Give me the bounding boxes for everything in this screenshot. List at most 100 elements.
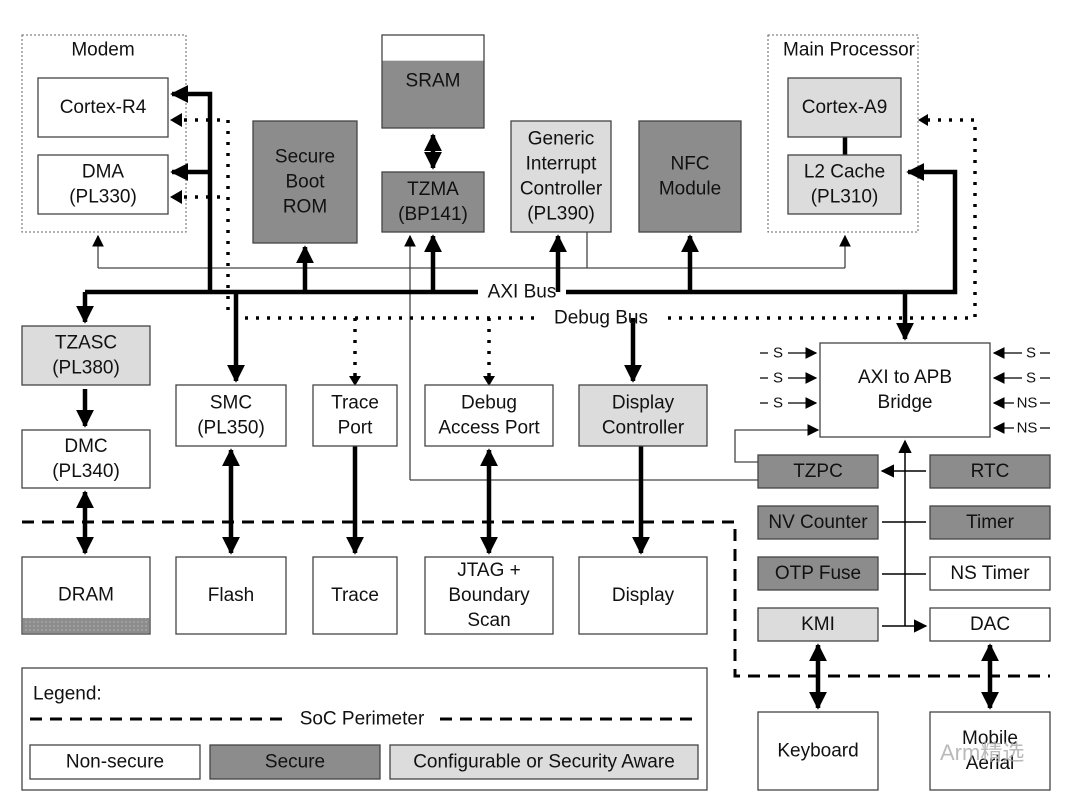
debug-bus-label: Debug Bus (554, 308, 648, 329)
block-label: L2 Cache (804, 162, 885, 183)
block-otp-fuse: OTP Fuse (757, 556, 879, 591)
block-smc: SMC (PL350) (175, 384, 287, 447)
watermark: Arm精选 (940, 740, 1024, 765)
block-tzasc: TZASC (PL380) (21, 325, 151, 386)
block-label: Generic (528, 129, 595, 150)
block-l2-cache: L2 Cache (PL310) (787, 154, 902, 215)
block-label: Scan (467, 610, 510, 631)
block-label: (BP141) (398, 204, 468, 225)
block-nv-counter: NV Counter (757, 505, 879, 540)
block-keyboard: Keyboard (757, 711, 879, 791)
block-cortex-r4: Cortex-R4 (37, 77, 169, 138)
block-label: (PL330) (69, 187, 137, 208)
dram-secure-region (22, 618, 150, 634)
block-label: NS Timer (950, 563, 1030, 584)
block-dac: DAC (929, 607, 1051, 642)
modem-label: Modem (71, 40, 134, 61)
block-dmc: DMC (PL340) (21, 429, 151, 489)
block-label: Trace (331, 585, 379, 606)
block-tzpc: TZPC (757, 454, 879, 489)
block-label: OTP Fuse (775, 563, 861, 584)
block-dram: DRAM (21, 556, 151, 635)
block-label: AXI to APB (858, 367, 952, 388)
block-nfc: NFC Module (638, 120, 742, 233)
block-label: (PL350) (197, 418, 265, 439)
block-label: (PL380) (52, 358, 120, 379)
legend: Legend: SoC Perimeter Non-secure Secure … (21, 667, 708, 791)
block-label: (PL390) (527, 204, 595, 225)
bridge-input-label: NS (1017, 420, 1038, 437)
block-gic: Generic Interrupt Controller (PL390) (510, 120, 612, 233)
axi-bus-label: AXI Bus (488, 282, 557, 303)
block-jtag: JTAG + Boundary Scan (424, 556, 554, 635)
block-label: Cortex-A9 (802, 97, 888, 118)
block-label: Boundary (448, 585, 530, 606)
block-label: Display (612, 393, 675, 414)
block-label: NV Counter (768, 512, 868, 533)
block-trace-port: Trace Port (312, 384, 398, 447)
block-dma: DMA (PL330) (37, 154, 169, 215)
block-ns-timer: NS Timer (929, 556, 1051, 591)
block-label: Timer (966, 512, 1015, 533)
block-label: Access Port (438, 418, 540, 439)
block-label: Keyboard (777, 741, 858, 762)
block-sram: SRAM (381, 34, 485, 129)
block-label: DAC (970, 614, 1010, 635)
block-label: Display (612, 585, 675, 606)
bridge-input-label: S (773, 345, 783, 362)
block-display: Display (578, 556, 708, 635)
block-rect (819, 342, 991, 438)
block-label: TZMA (407, 179, 459, 200)
trustzone-soc-diagram: Modem Main Processor Cortex-R4DMA(PL330)… (21, 34, 1051, 791)
block-label: DMC (64, 436, 107, 457)
block-label: NFC (670, 154, 709, 175)
block-label: Boot (285, 172, 325, 193)
block-label: Controller (520, 179, 603, 200)
block-tzma: TZMA (BP141) (381, 171, 485, 233)
block-label: Flash (208, 585, 254, 606)
block-label: Debug (461, 393, 517, 414)
block-display-controller: Display Controller (578, 384, 708, 447)
block-label: SMC (210, 393, 252, 414)
block-label: TZASC (55, 333, 117, 354)
block-label: ROM (283, 197, 327, 218)
main-processor-label: Main Processor (783, 40, 916, 61)
block-label: RTC (971, 461, 1010, 482)
block-label: TZPC (793, 461, 843, 482)
block-label: Secure (275, 147, 335, 168)
legend-configurable: Configurable or Security Aware (413, 752, 675, 773)
block-label: Bridge (878, 392, 933, 413)
block-label: (PL310) (811, 187, 879, 208)
block-label: KMI (801, 614, 835, 635)
block-label: DRAM (58, 585, 114, 606)
legend-soc-perimeter: SoC Perimeter (300, 709, 425, 730)
bridge-input-label: S (1026, 345, 1036, 362)
block-timer: Timer (929, 505, 1051, 540)
legend-title: Legend: (33, 684, 102, 705)
bridge-input-label: S (773, 395, 783, 412)
block-label: DMA (82, 162, 125, 183)
block-label: Controller (602, 418, 685, 439)
block-kmi: KMI (757, 607, 879, 642)
block-label: JTAG + (457, 560, 521, 581)
legend-secure: Secure (265, 752, 325, 773)
block-axi-apb-bridge: AXI to APB Bridge (819, 342, 991, 438)
sram-nonsecure-region (382, 35, 484, 61)
block-rect (638, 120, 742, 233)
block-debug-access-port: Debug Access Port (424, 384, 554, 447)
block-trace: Trace (312, 556, 398, 635)
block-label: Trace (331, 393, 379, 414)
block-label: Module (659, 179, 721, 200)
block-label: SRAM (406, 71, 461, 92)
block-flash: Flash (175, 556, 287, 635)
block-label: Port (338, 418, 374, 439)
block-cortex-a9: Cortex-A9 (787, 77, 902, 138)
bridge-input-label: S (1026, 370, 1036, 387)
bridge-input-label: S (773, 370, 783, 387)
bridge-input-label: NS (1017, 395, 1038, 412)
block-secure-boot-rom: Secure Boot ROM (252, 120, 358, 244)
block-rtc: RTC (929, 454, 1051, 489)
block-label: (PL340) (52, 461, 120, 482)
legend-non-secure: Non-secure (66, 752, 164, 773)
block-label: Cortex-R4 (60, 97, 147, 118)
